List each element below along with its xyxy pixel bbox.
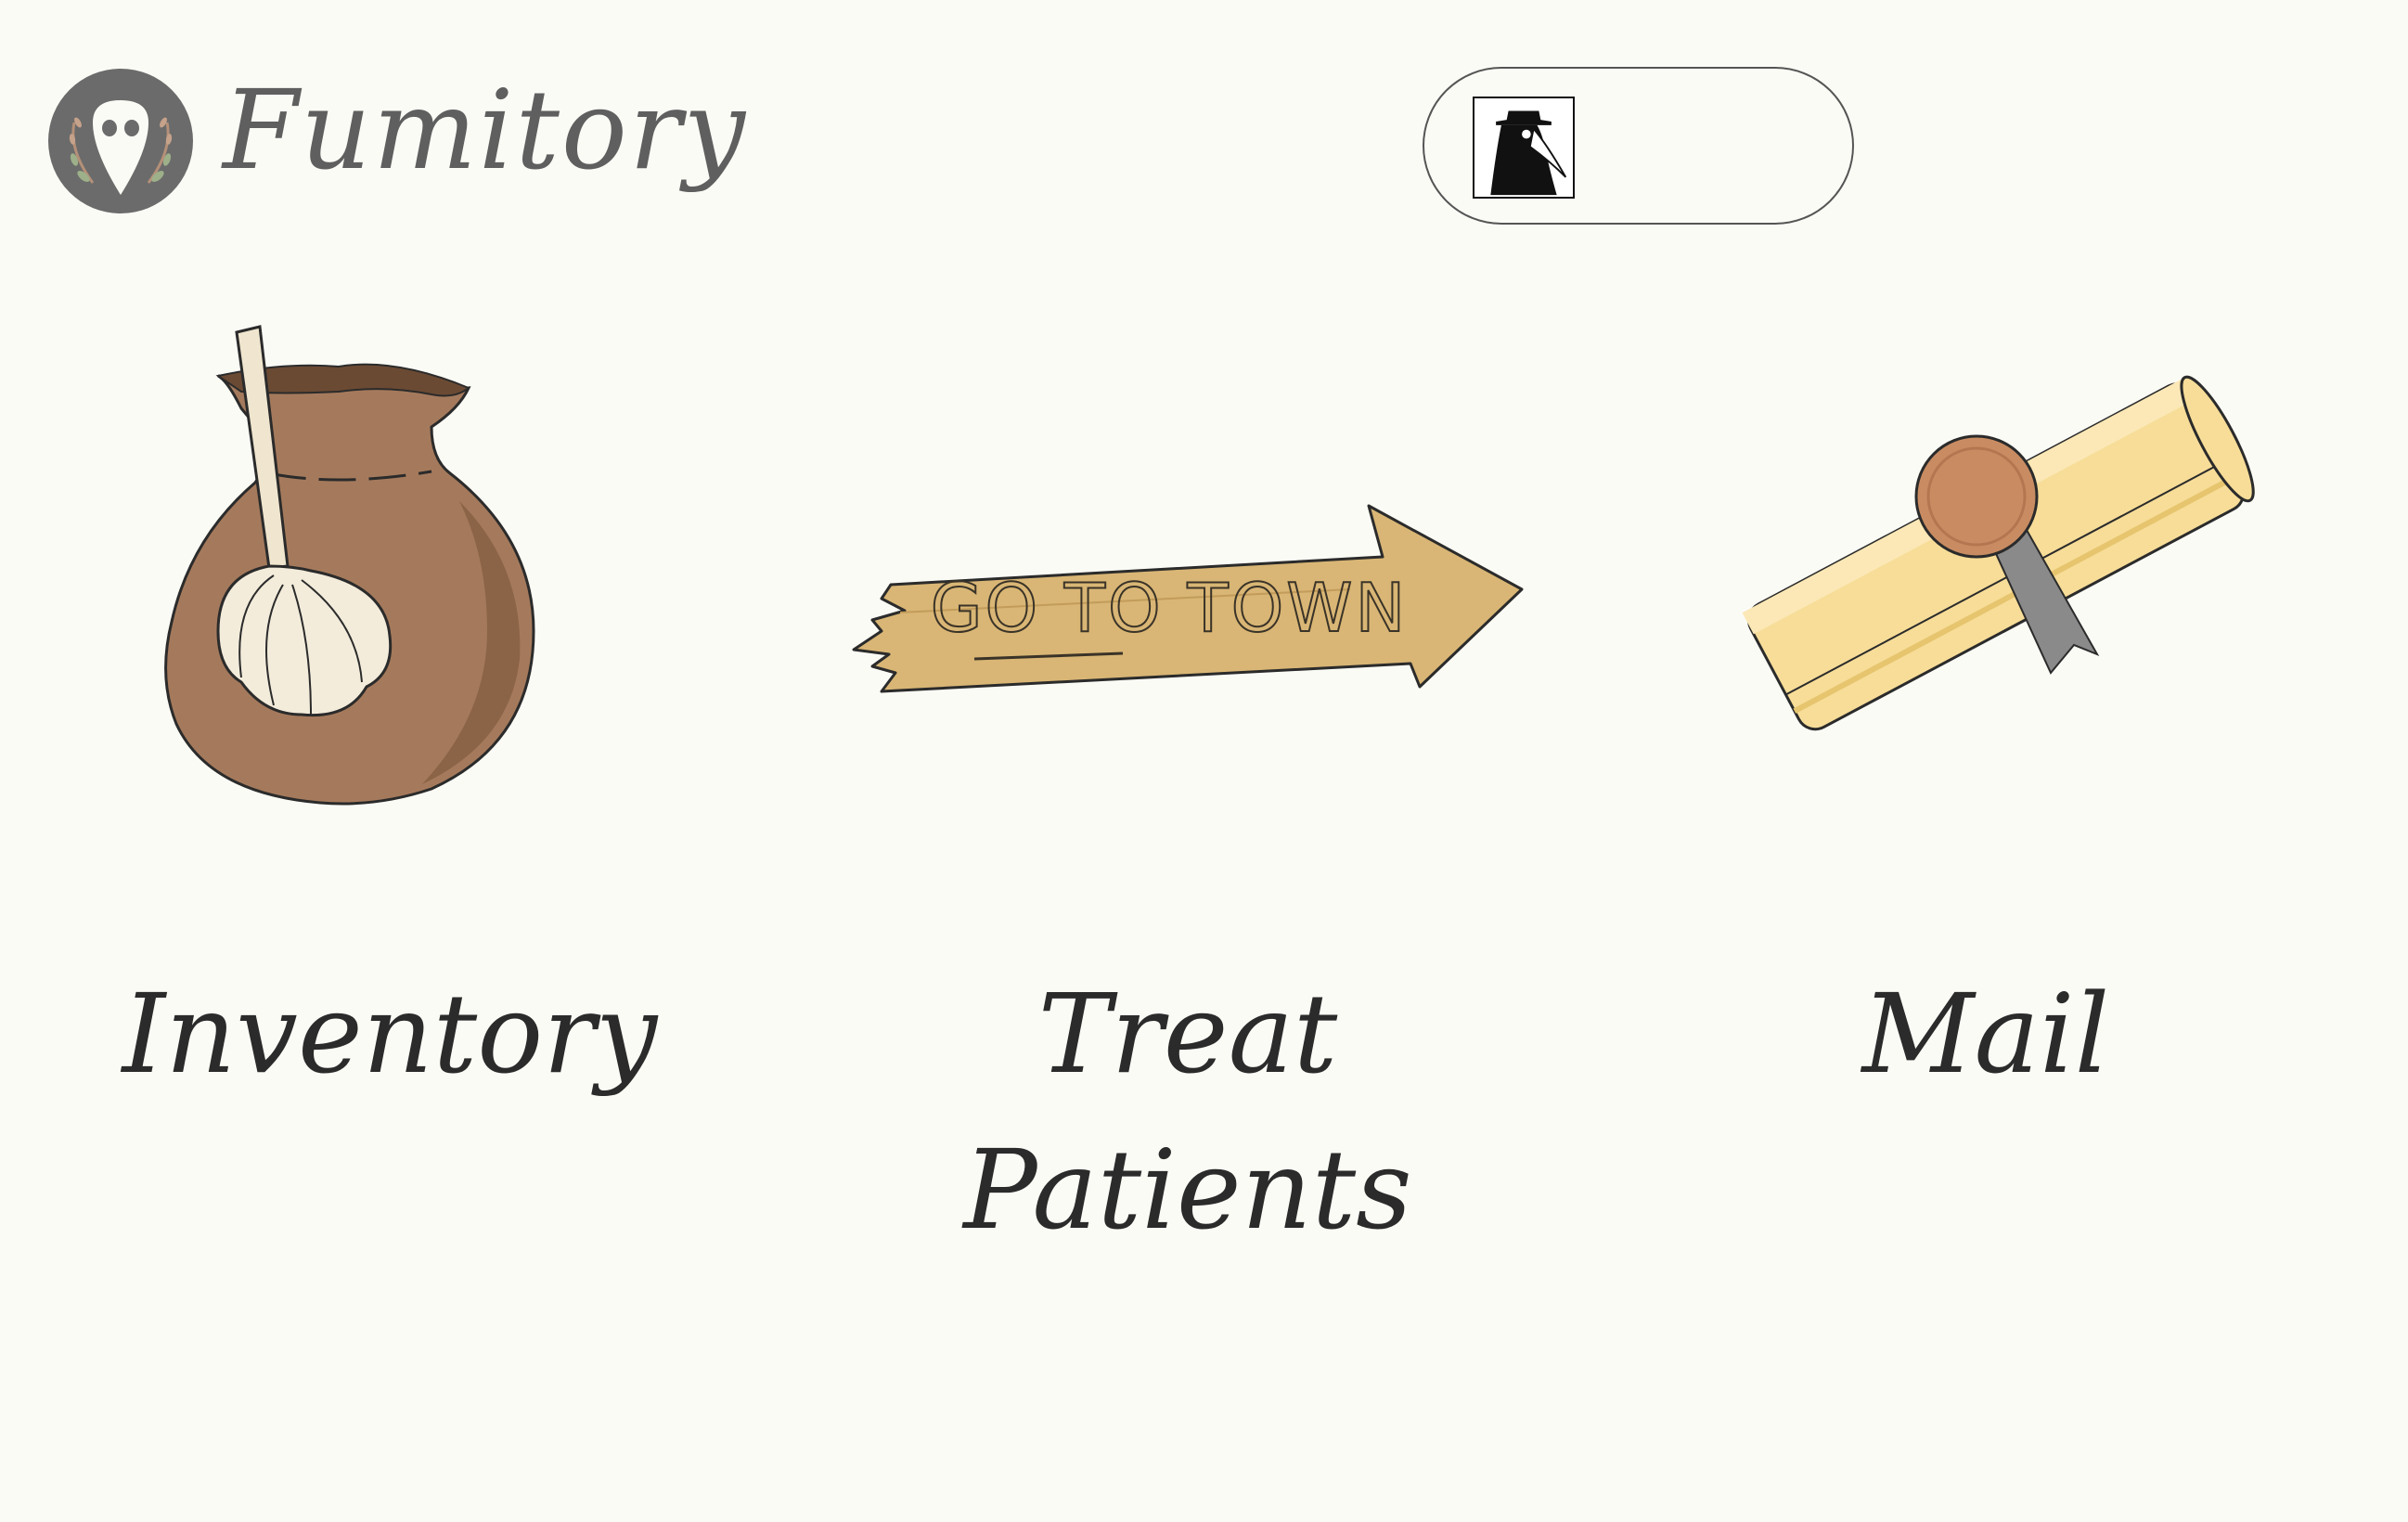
sealed-scroll-icon [1707, 343, 2264, 798]
app-title: Fumitory [223, 66, 748, 194]
mail-button[interactable]: Mail [1670, 288, 2301, 1169]
inventory-label: Inventory [122, 970, 658, 1098]
treat-patients-button[interactable]: GO TO TOWN Treat Patients [817, 288, 1559, 1271]
plague-doctor-avatar-icon [1473, 97, 1575, 199]
mail-label: Mail [1861, 970, 2110, 1098]
profile-button[interactable] [1423, 67, 1854, 225]
treat-patients-label: Treat Patients [963, 970, 1412, 1254]
garlic-sack-icon [153, 306, 626, 863]
signpost-arrow-icon: GO TO TOWN [844, 501, 1531, 780]
logo-plague-mask-icon[interactable] [46, 67, 195, 215]
sign-text: GO TO TOWN [931, 569, 1409, 647]
inventory-button[interactable]: Inventory [102, 288, 677, 1169]
